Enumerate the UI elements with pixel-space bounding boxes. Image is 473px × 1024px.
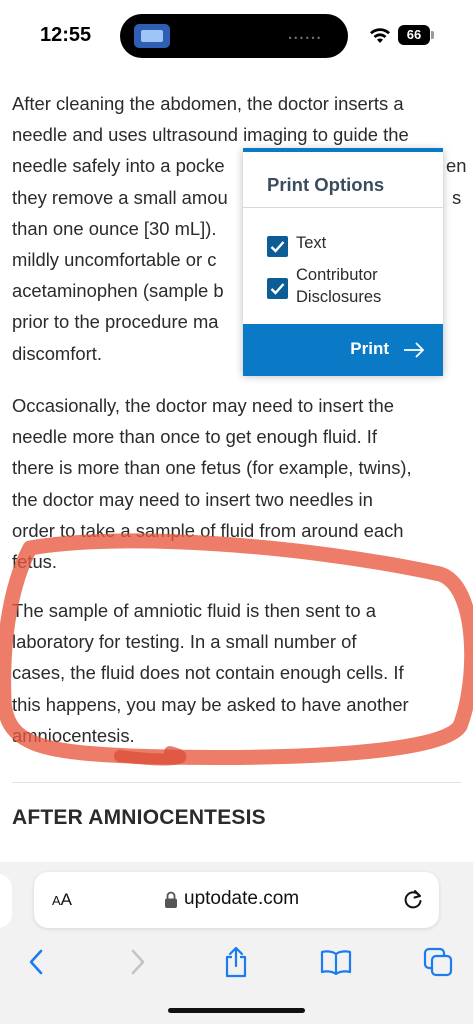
checkmark-icon [270, 283, 285, 295]
status-time: 12:55 [40, 24, 92, 46]
wifi-icon [370, 28, 390, 43]
forward-icon [131, 949, 145, 975]
back-button[interactable] [16, 942, 56, 982]
paragraph-line: this happens, you may be asked to have a… [12, 693, 409, 715]
label-line: Contributor [296, 266, 378, 284]
text-size-large-a: A [60, 890, 73, 909]
dynamic-island[interactable]: •••••• [120, 14, 348, 58]
print-options-title: Print Options [267, 174, 385, 195]
paragraph-line: Occasionally, the doctor may need to ins… [12, 395, 394, 416]
print-button[interactable]: Print [243, 324, 443, 376]
tabs-icon [423, 947, 453, 977]
paragraph-line: there is more than one fetus (for exampl… [12, 457, 412, 479]
label-line: Text [296, 234, 327, 252]
print-option-disclosures[interactable]: Contributor Disclosures [267, 264, 381, 308]
text-size-small-a: A [52, 893, 61, 908]
paragraph-line: needle and uses ultrasound imaging to gu… [12, 124, 409, 146]
print-button-label: Print [350, 339, 389, 358]
battery-indicator: 66 [398, 25, 436, 45]
popover-divider [243, 207, 443, 208]
text-size-button[interactable]: AA [52, 890, 72, 910]
browser-toolbar [0, 942, 473, 982]
home-indicator[interactable] [168, 1008, 305, 1013]
print-option-text[interactable]: Text [267, 232, 326, 257]
print-option-label: Contributor Disclosures [296, 264, 381, 308]
browser-bottom-bar: AA uptodate.com [0, 862, 473, 1024]
paragraph-line: laboratory for testing. In a small numbe… [12, 631, 357, 653]
back-icon [29, 949, 43, 975]
text-checkbox[interactable] [267, 236, 288, 257]
previous-tab-edge[interactable] [0, 874, 12, 928]
article-paragraph-multiple-needles: Occasionally, the doctor may need to ins… [12, 390, 412, 577]
print-options-popover: Print Options Text Contributor Disclosur… [243, 148, 443, 376]
arrow-right-icon [404, 342, 425, 358]
live-activity-app-icon [134, 24, 170, 48]
bookmarks-button[interactable] [316, 942, 356, 982]
share-icon [225, 946, 247, 978]
paragraph-line: fetus. [12, 551, 57, 573]
bookmarks-icon [320, 950, 352, 975]
paragraph-peek-text: s [452, 187, 462, 208]
label-line: Disclosures [296, 288, 382, 306]
disclosures-checkbox[interactable] [267, 278, 288, 299]
status-bar: 12:55 •••••• 66 [0, 0, 473, 70]
battery-level: 66 [398, 25, 430, 45]
paragraph-line: cases, the fluid does not contain enough… [12, 662, 404, 684]
checkmark-icon [270, 241, 285, 253]
section-heading: AFTER AMNIOCENTESIS [12, 806, 266, 829]
address-bar[interactable]: AA uptodate.com [34, 872, 439, 928]
url-text: uptodate.com [184, 888, 300, 909]
print-option-label: Text [296, 232, 326, 254]
paragraph-line: the doctor may need to insert two needle… [12, 488, 373, 510]
reload-icon[interactable] [401, 888, 425, 912]
paragraph-peek-text: en [446, 155, 467, 176]
paragraph-line: After cleaning the abdomen, the doctor i… [12, 93, 404, 114]
forward-button[interactable] [118, 942, 158, 982]
tabs-button[interactable] [418, 942, 458, 982]
island-indicator: •••••• [287, 34, 322, 43]
share-button[interactable] [216, 942, 256, 982]
paragraph-line: order to take a sample of fluid from aro… [12, 519, 404, 541]
lock-icon [165, 891, 177, 908]
paragraph-line: amniocentesis. [12, 724, 135, 746]
section-divider [12, 782, 461, 783]
paragraph-line: needle more than once to get enough flui… [12, 426, 378, 448]
paragraph-line: The sample of amniotic fluid is then sen… [12, 600, 376, 621]
battery-tip [431, 31, 434, 39]
article-paragraph-lab-testing: The sample of amniotic fluid is then sen… [12, 595, 409, 751]
